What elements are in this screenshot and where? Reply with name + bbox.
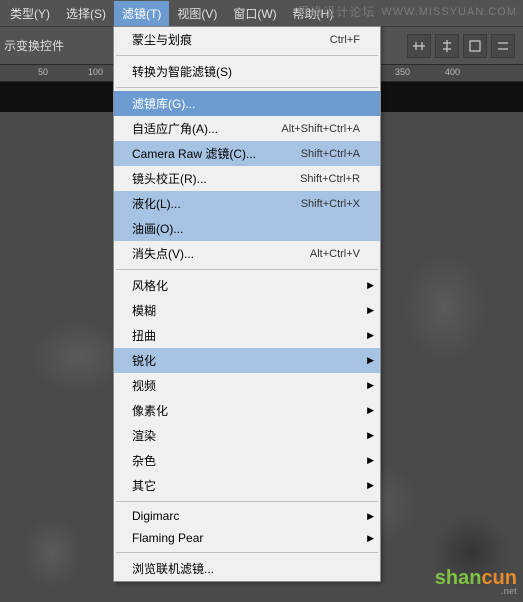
menu-item-label: 视频: [132, 377, 156, 394]
menubar: 类型(Y) 选择(S) 滤镜(T) 视图(V) 窗口(W) 帮助(H) 思缘设计…: [0, 0, 523, 26]
menu-item-20[interactable]: 其它 ▶: [114, 473, 380, 498]
menu-item-15[interactable]: 锐化 ▶: [114, 348, 380, 373]
submenu-arrow-icon: ▶: [367, 305, 374, 316]
menu-item-10[interactable]: 消失点(V)... Alt+Ctrl+V: [114, 241, 380, 266]
menu-item-25[interactable]: 浏览联机滤镜...: [114, 556, 380, 581]
menu-item-shortcut: Ctrl+F: [330, 34, 360, 46]
menu-item-12[interactable]: 风格化 ▶: [114, 273, 380, 298]
menu-separator: [116, 87, 378, 88]
align-button-4[interactable]: [491, 34, 515, 58]
menu-item-shortcut: Shift+Ctrl+R: [300, 173, 360, 185]
menu-item-16[interactable]: 视频 ▶: [114, 373, 380, 398]
menu-separator: [116, 269, 378, 270]
menu-item-label: 滤镜库(G)...: [132, 95, 195, 112]
watermark: 思缘设计论坛 WWW.MISSYUAN.COM: [297, 3, 517, 20]
menu-item-label: 锐化: [132, 352, 156, 369]
menu-item-5[interactable]: 自适应广角(A)... Alt+Shift+Ctrl+A: [114, 116, 380, 141]
menu-window[interactable]: 窗口(W): [225, 1, 284, 26]
menu-item-23[interactable]: Flaming Pear ▶: [114, 527, 380, 549]
menu-item-label: 渲染: [132, 427, 156, 444]
menu-item-4[interactable]: 滤镜库(G)...: [114, 91, 380, 116]
logo-watermark: shancun .net: [435, 567, 517, 596]
menu-item-label: 液化(L)...: [132, 195, 181, 212]
submenu-arrow-icon: ▶: [367, 280, 374, 291]
menu-item-label: 风格化: [132, 277, 168, 294]
menu-item-22[interactable]: Digimarc ▶: [114, 505, 380, 527]
menu-view[interactable]: 视图(V): [169, 1, 225, 26]
menu-item-14[interactable]: 扭曲 ▶: [114, 323, 380, 348]
submenu-arrow-icon: ▶: [367, 355, 374, 366]
toolbar-label: 示变换控件: [4, 37, 64, 54]
menu-item-label: 自适应广角(A)...: [132, 120, 218, 137]
menu-item-8[interactable]: 液化(L)... Shift+Ctrl+X: [114, 191, 380, 216]
filter-menu-dropdown[interactable]: 蒙尘与划痕 Ctrl+F 转换为智能滤镜(S) 滤镜库(G)... 自适应广角(A)..…: [113, 26, 381, 582]
align-button-1[interactable]: [407, 34, 431, 58]
menu-select[interactable]: 选择(S): [58, 1, 114, 26]
menu-item-label: Digimarc: [132, 509, 179, 523]
menu-item-label: 扭曲: [132, 327, 156, 344]
menu-item-19[interactable]: 杂色 ▶: [114, 448, 380, 473]
menu-item-9[interactable]: 油画(O)...: [114, 216, 380, 241]
menu-item-13[interactable]: 模糊 ▶: [114, 298, 380, 323]
menu-item-0[interactable]: 蒙尘与划痕 Ctrl+F: [114, 27, 380, 52]
submenu-arrow-icon: ▶: [367, 380, 374, 391]
submenu-arrow-icon: ▶: [367, 480, 374, 491]
menu-item-label: 蒙尘与划痕: [132, 31, 192, 48]
menu-item-label: 杂色: [132, 452, 156, 469]
menu-filter[interactable]: 滤镜(T): [114, 1, 169, 26]
align-button-2[interactable]: [435, 34, 459, 58]
menu-item-7[interactable]: 镜头校正(R)... Shift+Ctrl+R: [114, 166, 380, 191]
menu-item-label: Flaming Pear: [132, 531, 203, 545]
menu-item-label: 像素化: [132, 402, 168, 419]
menu-item-label: Camera Raw 滤镜(C)...: [132, 145, 256, 162]
menu-item-label: 转换为智能滤镜(S): [132, 63, 232, 80]
submenu-arrow-icon: ▶: [367, 405, 374, 416]
menu-item-shortcut: Shift+Ctrl+A: [301, 148, 360, 160]
submenu-arrow-icon: ▶: [367, 455, 374, 466]
menu-item-2[interactable]: 转换为智能滤镜(S): [114, 59, 380, 84]
menu-item-label: 消失点(V)...: [132, 245, 194, 262]
menu-item-18[interactable]: 渲染 ▶: [114, 423, 380, 448]
menu-item-6[interactable]: Camera Raw 滤镜(C)... Shift+Ctrl+A: [114, 141, 380, 166]
menu-item-shortcut: Alt+Ctrl+V: [310, 248, 360, 260]
menu-item-17[interactable]: 像素化 ▶: [114, 398, 380, 423]
align-button-3[interactable]: [463, 34, 487, 58]
menu-item-label: 镜头校正(R)...: [132, 170, 207, 187]
submenu-arrow-icon: ▶: [367, 330, 374, 341]
menu-item-shortcut: Alt+Shift+Ctrl+A: [281, 123, 360, 135]
menu-separator: [116, 55, 378, 56]
submenu-arrow-icon: ▶: [367, 511, 374, 522]
submenu-arrow-icon: ▶: [367, 533, 374, 544]
menu-separator: [116, 552, 378, 553]
menu-item-label: 其它: [132, 477, 156, 494]
menu-item-label: 浏览联机滤镜...: [132, 560, 214, 577]
menu-item-label: 油画(O)...: [132, 220, 183, 237]
menu-separator: [116, 501, 378, 502]
menu-item-label: 模糊: [132, 302, 156, 319]
submenu-arrow-icon: ▶: [367, 430, 374, 441]
menu-type[interactable]: 类型(Y): [2, 1, 58, 26]
menu-item-shortcut: Shift+Ctrl+X: [301, 198, 360, 210]
